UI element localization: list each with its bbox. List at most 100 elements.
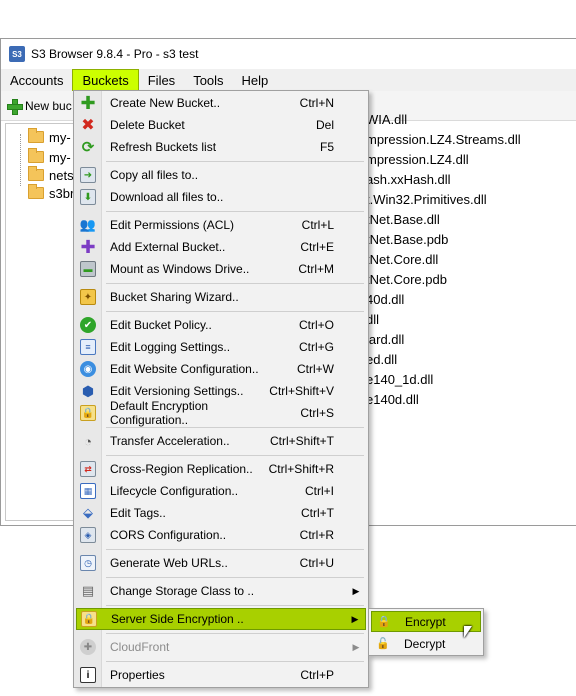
policy-icon: ✔ <box>80 317 96 333</box>
tree-item[interactable]: nets <box>16 166 74 184</box>
menu-item-label: Refresh Buckets list <box>110 140 217 154</box>
plus-icon: ✚ <box>80 92 96 113</box>
file-row[interactable]: e140d.dll <box>366 390 576 410</box>
menu-item-label: Edit Website Configuration.. <box>110 362 259 376</box>
tag-icon: ⬙ <box>83 505 93 520</box>
menu-item-label: Edit Versioning Settings.. <box>110 384 244 398</box>
menu-server-side-encryption[interactable]: 🔒 Server Side Encryption .. ▶ <box>76 608 366 630</box>
file-row[interactable]: 40d.dll <box>366 290 576 310</box>
submenu-arrow-icon: ▶ <box>351 613 359 624</box>
menu-shortcut: Ctrl+Shift+R <box>268 462 334 476</box>
file-row[interactable]: tNet.Base.pdb <box>366 230 576 250</box>
menu-shortcut: Ctrl+E <box>300 240 334 254</box>
menu-create-new-bucket[interactable]: ✚ Create New Bucket.. Ctrl+N <box>76 92 366 114</box>
menu-generate-web-urls[interactable]: ◷ Generate Web URLs.. Ctrl+U <box>76 552 366 574</box>
menu-help[interactable]: Help <box>233 69 278 91</box>
menu-edit-permissions[interactable]: 👥 Edit Permissions (ACL) Ctrl+L <box>76 214 366 236</box>
menu-accounts[interactable]: Accounts <box>1 69 72 91</box>
menu-change-storage-class[interactable]: ▤ Change Storage Class to .. ▶ <box>76 580 366 602</box>
file-row[interactable]: e140_1d.dll <box>366 370 576 390</box>
file-list: WIA.dll mpression.LZ4.Streams.dll mpress… <box>366 110 576 410</box>
file-row[interactable]: tNet.Core.pdb <box>366 270 576 290</box>
submenu-item-label: Decrypt <box>404 636 446 651</box>
menu-delete-bucket[interactable]: ✖ Delete Bucket Del <box>76 114 366 136</box>
menu-shortcut: Ctrl+G <box>298 340 334 354</box>
menu-properties[interactable]: i Properties Ctrl+P <box>76 664 366 686</box>
menu-copy-all-files[interactable]: ➜ Copy all files to.. <box>76 164 366 186</box>
cors-icon: ◈ <box>80 527 96 543</box>
menu-item-label: CORS Configuration.. <box>110 528 227 542</box>
menu-mount-drive[interactable]: ▬ Mount as Windows Drive.. Ctrl+M <box>76 258 366 280</box>
logging-icon: ≡ <box>80 339 96 355</box>
mouse-cursor-icon <box>464 626 472 638</box>
menu-cors-config[interactable]: ◈ CORS Configuration.. Ctrl+R <box>76 524 366 546</box>
menu-shortcut: Ctrl+W <box>297 362 334 376</box>
storage-icon: ▤ <box>81 583 95 598</box>
menu-edit-logging[interactable]: ≡ Edit Logging Settings.. Ctrl+G <box>76 336 366 358</box>
title-bar: S3 S3 Browser 9.8.4 - Pro - s3 test <box>1 39 576 69</box>
menu-edit-tags[interactable]: ⬙ Edit Tags.. Ctrl+T <box>76 502 366 524</box>
tree-item[interactable]: my- <box>16 148 71 166</box>
menu-shortcut: Ctrl+M <box>298 262 334 276</box>
url-icon: ◷ <box>80 555 96 571</box>
versioning-icon: ⬢ <box>81 382 95 399</box>
menu-item-label: Generate Web URLs.. <box>110 556 228 570</box>
new-bucket-label: New buc <box>25 98 72 113</box>
file-row[interactable]: mpression.LZ4.dll <box>366 150 576 170</box>
menu-shortcut: Ctrl+N <box>299 96 334 110</box>
menu-buckets[interactable]: Buckets <box>72 69 139 91</box>
users-icon: 👥 <box>79 217 97 232</box>
menu-edit-bucket-policy[interactable]: ✔ Edit Bucket Policy.. Ctrl+O <box>76 314 366 336</box>
file-row[interactable]: ash.xxHash.dll <box>366 170 576 190</box>
new-bucket-button[interactable]: New buc <box>7 98 72 115</box>
menu-cloudfront[interactable]: ✚ CloudFront ▶ <box>76 636 366 658</box>
copy-icon: ➜ <box>80 167 96 183</box>
gauge-icon: ◔ <box>84 433 92 449</box>
menu-item-label: Copy all files to.. <box>110 168 199 182</box>
menu-separator <box>106 661 364 662</box>
calendar-icon: ▦ <box>80 483 96 499</box>
menu-refresh-buckets[interactable]: ⟳ Refresh Buckets list F5 <box>76 136 366 158</box>
file-row[interactable]: WIA.dll <box>366 110 576 130</box>
menu-shortcut: F5 <box>319 140 334 154</box>
tree-item[interactable]: my- <box>16 128 71 146</box>
sharing-icon: ✦ <box>80 289 96 305</box>
menu-item-label: Default Encryption Configuration.. <box>110 399 209 427</box>
download-icon: ⬇ <box>80 189 96 205</box>
app-icon: S3 <box>9 46 25 62</box>
menu-lifecycle-config[interactable]: ▦ Lifecycle Configuration.. Ctrl+I <box>76 480 366 502</box>
menu-edit-website-config[interactable]: ◉ Edit Website Configuration.. Ctrl+W <box>76 358 366 380</box>
file-row[interactable]: t.Win32.Primitives.dll <box>366 190 576 210</box>
menu-add-external-bucket[interactable]: ✚ Add External Bucket.. Ctrl+E <box>76 236 366 258</box>
refresh-icon: ⟳ <box>81 139 95 156</box>
buckets-menu: ✚ Create New Bucket.. Ctrl+N ✖ Delete Bu… <box>73 90 369 688</box>
folder-icon <box>28 184 44 199</box>
menu-download-all-files[interactable]: ⬇ Download all files to.. <box>76 186 366 208</box>
menu-shortcut: Ctrl+T <box>301 506 334 520</box>
file-row[interactable]: mpression.LZ4.Streams.dll <box>366 130 576 150</box>
file-row[interactable]: ed.dll <box>366 350 576 370</box>
menu-separator <box>106 549 364 550</box>
menu-item-label: Cross-Region Replication.. <box>110 462 253 476</box>
sse-icon: 🔒 <box>81 611 97 627</box>
file-row[interactable]: lard.dll <box>366 330 576 350</box>
lock-icon: 🔒 <box>377 616 391 628</box>
menu-default-encryption[interactable]: 🔒 Default Encryption Configuration.. Ctr… <box>76 399 366 427</box>
menu-shortcut: Ctrl+R <box>299 528 334 542</box>
folder-icon <box>28 166 44 181</box>
menu-bucket-sharing-wizard[interactable]: ✦ Bucket Sharing Wizard.. <box>76 286 366 308</box>
file-row[interactable]: dll <box>366 310 576 330</box>
menu-cross-region-replication[interactable]: ⇄ Cross-Region Replication.. Ctrl+Shift+… <box>76 458 366 480</box>
menu-separator <box>106 211 364 212</box>
menu-separator <box>106 311 364 312</box>
menu-tools[interactable]: Tools <box>184 69 232 91</box>
folder-icon <box>28 128 44 143</box>
unlock-icon: 🔓 <box>376 638 390 650</box>
menu-transfer-acceleration[interactable]: ◔ Transfer Acceleration.. Ctrl+Shift+T <box>76 430 366 452</box>
menu-files[interactable]: Files <box>139 69 184 91</box>
file-row[interactable]: tNet.Base.dll <box>366 210 576 230</box>
file-row[interactable]: tNet.Core.dll <box>366 250 576 270</box>
tree-item-label: nets <box>49 167 74 183</box>
tree-item-label: my- <box>49 129 71 145</box>
tree-item[interactable]: s3br <box>16 184 74 202</box>
